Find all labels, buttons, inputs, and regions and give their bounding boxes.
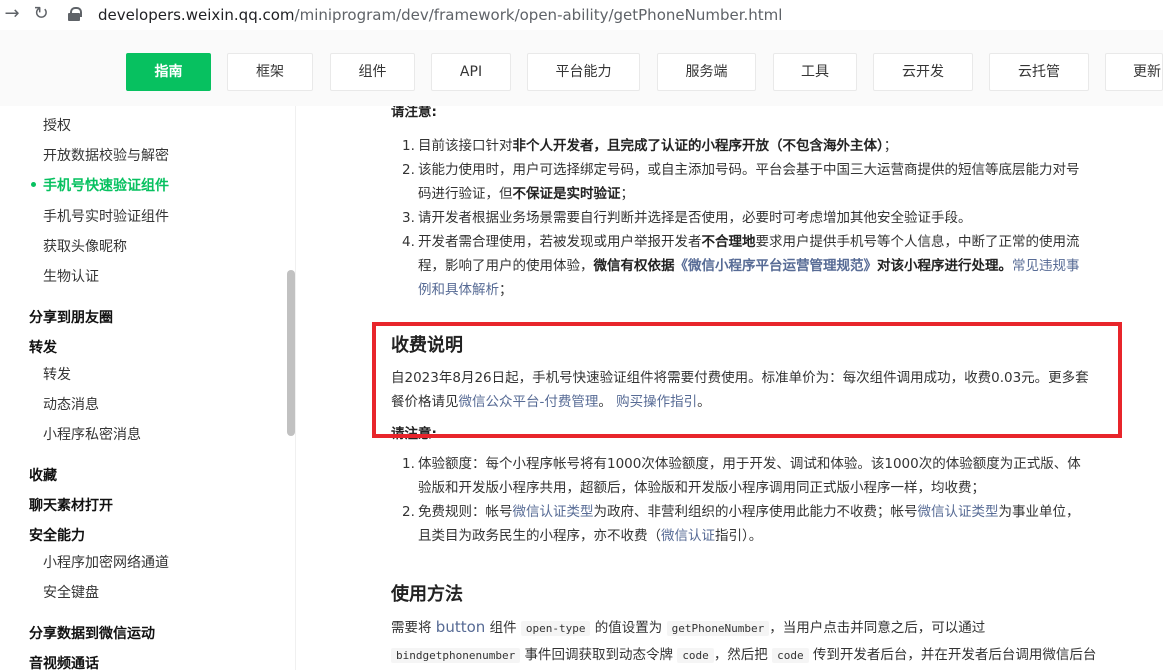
code-bindgetphonenumber: bindgetphonenumber bbox=[391, 648, 521, 663]
tab-cloud-dev[interactable]: 云开发 bbox=[873, 53, 973, 91]
highlight-box bbox=[372, 322, 1122, 438]
list-item: 3. 请开发者根据业务场景需要自行判断并选择是否使用，必要时可考虑增加其他安全验证… bbox=[402, 210, 972, 226]
sidebar-item-phone-realtime-verify[interactable]: 手机号实时验证组件 bbox=[43, 206, 169, 226]
code-code: code bbox=[677, 648, 714, 663]
active-bullet-icon bbox=[31, 182, 36, 187]
sidebar-item-phone-quick-verify[interactable]: 手机号快速验证组件 bbox=[43, 175, 169, 195]
sidebar-item-open-data[interactable]: 开放数据校验与解密 bbox=[43, 145, 169, 165]
violation-cases-link[interactable]: 常见违规事 bbox=[1012, 258, 1080, 274]
sidebar-group-av-call[interactable]: 音视频通话 bbox=[29, 653, 99, 670]
button-component-link[interactable]: button bbox=[436, 618, 485, 636]
tab-cloud-hosting[interactable]: 云托管 bbox=[989, 53, 1089, 91]
ops-rules-link[interactable]: 《微信小程序平台运营管理规范》 bbox=[675, 258, 878, 274]
list-item: 1. 体验额度：每个小程序帐号将有1000次体验额度，用于开发、调试和体验。该10… bbox=[402, 456, 1081, 472]
sidebar-item-private-message[interactable]: 小程序私密消息 bbox=[43, 424, 141, 444]
notice-heading-top: 请注意: bbox=[391, 106, 437, 120]
sidebar: 授权 开放数据校验与解密 手机号快速验证组件 手机号实时验证组件 获取头像昵称 … bbox=[0, 106, 296, 670]
list-item: 1. 目前该接口针对非个人开发者，且完成了认证的小程序开放（不包含海外主体）； bbox=[402, 138, 898, 154]
top-nav: 指南 框架 组件 API 平台能力 服务端 工具 云开发 云托管 更新 bbox=[0, 30, 1163, 106]
sidebar-item-biometric[interactable]: 生物认证 bbox=[43, 266, 99, 286]
code-code-2: code bbox=[772, 648, 809, 663]
forward-arrow-icon[interactable]: → bbox=[2, 4, 22, 24]
tab-updates[interactable]: 更新 bbox=[1105, 53, 1163, 91]
sidebar-item-dynamic-message[interactable]: 动态消息 bbox=[43, 394, 99, 414]
tab-components[interactable]: 组件 bbox=[330, 53, 415, 91]
sidebar-group-werun[interactable]: 分享数据到微信运动 bbox=[29, 623, 155, 643]
code-open-type: open-type bbox=[520, 621, 591, 636]
url-host: developers.weixin.qq.com bbox=[98, 6, 295, 24]
address-bar[interactable]: developers.weixin.qq.com/miniprogram/dev… bbox=[98, 6, 782, 24]
list-item: 4. 开发者需合理使用，若被发现或用户举报开发者不合理地要求用户提供手机号等个人信… bbox=[402, 234, 1080, 250]
sidebar-group-chat-material[interactable]: 聊天素材打开 bbox=[29, 495, 113, 515]
sidebar-item-auth[interactable]: 授权 bbox=[43, 115, 71, 135]
sidebar-group-favorites[interactable]: 收藏 bbox=[29, 465, 57, 485]
tab-framework[interactable]: 框架 bbox=[227, 53, 313, 91]
tab-server[interactable]: 服务端 bbox=[657, 53, 756, 91]
cert-type-link[interactable]: 微信认证类型 bbox=[513, 504, 594, 520]
violation-cases-link-cont[interactable]: 例和具体解析 bbox=[418, 282, 499, 298]
list-item: 2. 该能力使用时，用户可选择绑定号码，或自主添加号码。平台会基于中国三大运营商提… bbox=[402, 162, 1080, 178]
sidebar-item-avatar-nickname[interactable]: 获取头像昵称 bbox=[43, 236, 127, 256]
usage-paragraph: 需要将 button 组件 open-type 的值设置为 getPhoneNu… bbox=[391, 618, 1097, 663]
browser-toolbar: → ↻ developers.weixin.qq.com/miniprogram… bbox=[0, 0, 1163, 30]
fee-notice-list: 1. 体验额度：每个小程序帐号将有1000次体验额度，用于开发、调试和体验。该10… bbox=[402, 452, 1081, 548]
tab-tools[interactable]: 工具 bbox=[773, 53, 857, 91]
url-path: /miniprogram/dev/framework/open-ability/… bbox=[294, 6, 783, 24]
usage-section-title: 使用方法 bbox=[391, 584, 463, 605]
sidebar-item-forward[interactable]: 转发 bbox=[43, 364, 71, 384]
tab-guide[interactable]: 指南 bbox=[126, 53, 211, 91]
reload-icon[interactable]: ↻ bbox=[31, 4, 51, 24]
sidebar-group-security[interactable]: 安全能力 bbox=[29, 525, 85, 545]
lock-icon[interactable] bbox=[68, 7, 82, 21]
cert-type-link-2[interactable]: 微信认证类型 bbox=[918, 504, 999, 520]
list-item: 2. 免费规则：帐号微信认证类型为政府、非营利组织的小程序使用此能力不收费；帐号微… bbox=[402, 504, 1080, 520]
cert-guide-link[interactable]: 微信认证 bbox=[661, 528, 715, 544]
tab-platform-ability[interactable]: 平台能力 bbox=[527, 53, 640, 91]
sidebar-item-encrypted-channel[interactable]: 小程序加密网络通道 bbox=[43, 552, 169, 572]
sidebar-scrollbar[interactable] bbox=[287, 270, 295, 436]
sidebar-group-share-moments[interactable]: 分享到朋友圈 bbox=[29, 307, 113, 327]
tab-api[interactable]: API bbox=[431, 53, 511, 91]
sidebar-item-secure-keyboard[interactable]: 安全键盘 bbox=[43, 582, 99, 602]
sidebar-group-forward[interactable]: 转发 bbox=[29, 337, 57, 357]
notice-list: 1. 目前该接口针对非个人开发者，且完成了认证的小程序开放（不包含海外主体）； 2… bbox=[402, 134, 1080, 302]
code-getphonenumber: getPhoneNumber bbox=[666, 621, 770, 636]
